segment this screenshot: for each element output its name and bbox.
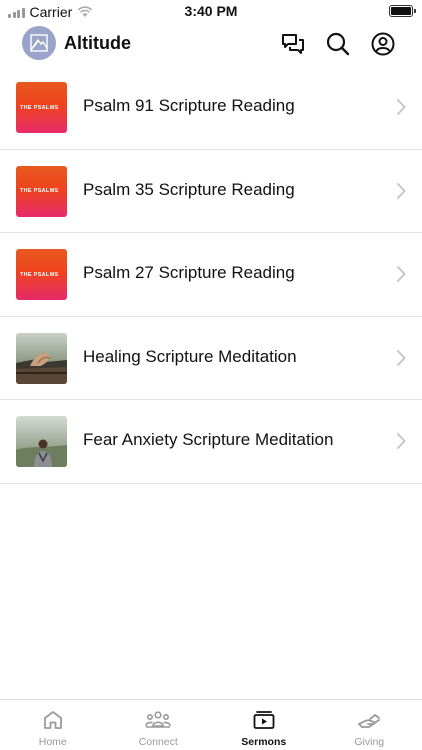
chevron-right-icon (396, 98, 406, 116)
man-outdoors-photo (16, 416, 67, 467)
sermon-thumbnail (16, 416, 67, 467)
status-time: 3:40 PM (184, 3, 238, 19)
tab-label: Home (38, 736, 67, 748)
sermon-list: THE PSALMS Psalm 91 Scripture Reading TH… (0, 66, 422, 484)
search-icon[interactable] (325, 31, 351, 57)
sermon-row[interactable]: Healing Scripture Meditation (0, 317, 422, 400)
tab-bar: Home Connect Sermons Giving (0, 699, 422, 750)
tab-sermons[interactable]: Sermons (211, 700, 317, 750)
tab-connect[interactable]: Connect (106, 700, 212, 750)
sermon-thumbnail: THE PSALMS (16, 249, 67, 300)
app-header: Altitude (0, 22, 422, 66)
chat-icon[interactable] (280, 31, 306, 57)
tab-label: Giving (354, 736, 385, 748)
sermon-title: Healing Scripture Meditation (83, 346, 297, 366)
sermon-title: Psalm 27 Scripture Reading (83, 263, 295, 282)
sermon-row[interactable]: THE PSALMS Psalm 35 Scripture Reading (0, 150, 422, 233)
sermon-row[interactable]: THE PSALMS Psalm 91 Scripture Reading (0, 66, 422, 150)
sermon-thumbnail: THE PSALMS (16, 165, 67, 217)
tab-label: Sermons (241, 736, 287, 748)
tab-home[interactable]: Home (0, 700, 106, 750)
altitude-logo[interactable] (22, 26, 56, 60)
people-icon (145, 711, 172, 728)
sermon-thumbnail: THE PSALMS (16, 82, 67, 133)
sermon-title: Psalm 91 Scripture Reading (83, 96, 295, 115)
sermon-title: Fear Anxiety Scripture Meditation (83, 430, 334, 449)
mountain-logo-icon (30, 34, 48, 52)
app-title: Altitude (64, 33, 131, 53)
tab-giving[interactable]: Giving (317, 700, 422, 750)
giving-hand-icon (358, 714, 381, 728)
account-icon[interactable] (370, 31, 396, 57)
sermon-title: Psalm 35 Scripture Reading (83, 179, 295, 199)
thumbnail-text: THE PSALMS (20, 188, 59, 194)
sermon-thumbnail (16, 332, 67, 384)
chevron-right-icon (396, 432, 406, 450)
status-bar: Carrier 3:40 PM (0, 0, 422, 22)
praying-hands-photo (16, 332, 67, 384)
thumbnail-text: THE PSALMS (20, 271, 59, 278)
chevron-right-icon (396, 182, 406, 199)
sermon-row[interactable]: THE PSALMS Psalm 27 Scripture Reading (0, 233, 422, 317)
play-stack-icon (253, 711, 275, 729)
sermon-row[interactable]: Fear Anxiety Scripture Meditation (0, 400, 422, 484)
tab-label: Connect (138, 736, 178, 748)
battery-icon (389, 5, 416, 17)
home-icon (43, 711, 62, 729)
thumbnail-text: THE PSALMS (20, 104, 59, 111)
chevron-right-icon (396, 265, 406, 283)
chevron-right-icon (396, 349, 406, 366)
